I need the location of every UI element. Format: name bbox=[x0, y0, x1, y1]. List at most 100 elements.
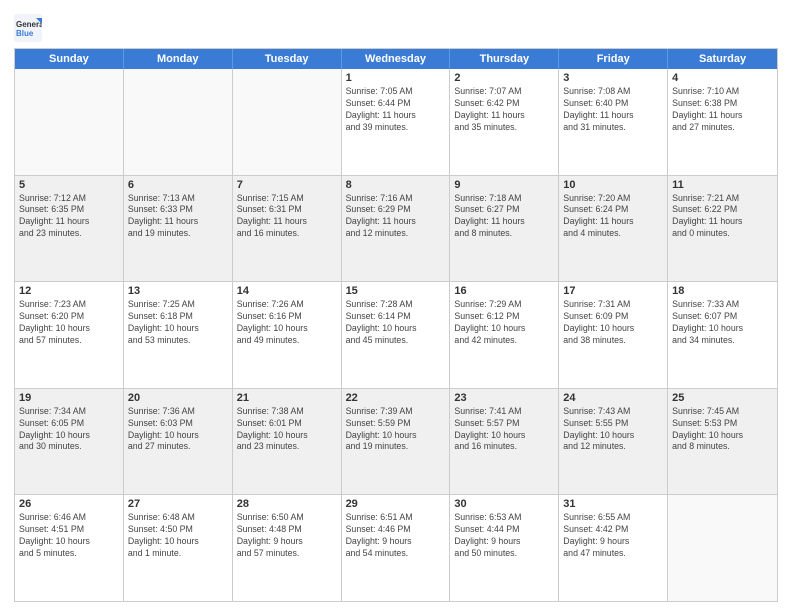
calendar-cell: 9Sunrise: 7:18 AM Sunset: 6:27 PM Daylig… bbox=[450, 176, 559, 282]
calendar-cell bbox=[15, 69, 124, 175]
day-number: 4 bbox=[672, 72, 773, 84]
calendar-header: SundayMondayTuesdayWednesdayThursdayFrid… bbox=[15, 49, 777, 69]
cell-details: Sunrise: 6:51 AM Sunset: 4:46 PM Dayligh… bbox=[346, 512, 446, 560]
calendar-cell: 14 Sunrise: 7:26 AM Sunset: 6:16 PM Dayli… bbox=[233, 282, 342, 388]
day-number: 18 bbox=[672, 285, 773, 297]
day-number: 30 bbox=[454, 498, 554, 510]
day-number: 8 bbox=[346, 179, 446, 191]
svg-text:General: General bbox=[16, 20, 42, 29]
cell-details: Sunrise: 7:10 AM Sunset: 6:38 PM Dayligh… bbox=[672, 86, 773, 134]
cal-header-day: Monday bbox=[124, 49, 233, 69]
day-number: 22 bbox=[346, 392, 446, 404]
cell-details: Sunrise: 7:23 AM Sunset: 6:20 PM Dayligh… bbox=[19, 299, 119, 347]
day-number: 16 bbox=[454, 285, 554, 297]
day-number: 11 bbox=[672, 179, 773, 191]
cell-details: Sunrise: 7:36 AM Sunset: 6:03 PM Dayligh… bbox=[128, 406, 228, 454]
calendar-cell: 4 Sunrise: 7:10 AM Sunset: 6:38 PM Daylig… bbox=[668, 69, 777, 175]
day-number: 14 bbox=[237, 285, 337, 297]
calendar-cell: 10 Sunrise: 7:20 AM Sunset: 6:24 PM Dayli… bbox=[559, 176, 668, 282]
cell-details: Sunrise: 7:26 AM Sunset: 6:16 PM Dayligh… bbox=[237, 299, 337, 347]
day-number: 26 bbox=[19, 498, 119, 510]
cal-header-day: Sunday bbox=[15, 49, 124, 69]
page: General Blue SundayMondayTuesdayWednesda… bbox=[0, 0, 792, 612]
day-number: 1 bbox=[346, 72, 446, 84]
cell-details: Sunrise: 7:07 AM Sunset: 6:42 PM Dayligh… bbox=[454, 86, 554, 134]
cell-details: Sunrise: 7:28 AM Sunset: 6:14 PM Dayligh… bbox=[346, 299, 446, 347]
day-number: 23 bbox=[454, 392, 554, 404]
cell-details: Sunrise: 6:48 AM Sunset: 4:50 PM Dayligh… bbox=[128, 512, 228, 560]
cell-details: Sunrise: 7:25 AM Sunset: 6:18 PM Dayligh… bbox=[128, 299, 228, 347]
calendar-cell: 13 Sunrise: 7:25 AM Sunset: 6:18 PM Dayli… bbox=[124, 282, 233, 388]
cell-details: Sunrise: 7:15 AM Sunset: 6:31 PM Dayligh… bbox=[237, 193, 337, 241]
day-number: 29 bbox=[346, 498, 446, 510]
calendar-cell: 29 Sunrise: 6:51 AM Sunset: 4:46 PM Dayli… bbox=[342, 495, 451, 601]
calendar-cell bbox=[668, 495, 777, 601]
day-number: 25 bbox=[672, 392, 773, 404]
cal-header-day: Saturday bbox=[668, 49, 777, 69]
calendar-cell: 20 Sunrise: 7:36 AM Sunset: 6:03 PM Dayli… bbox=[124, 389, 233, 495]
day-number: 24 bbox=[563, 392, 663, 404]
calendar-cell: 16 Sunrise: 7:29 AM Sunset: 6:12 PM Dayli… bbox=[450, 282, 559, 388]
calendar-cell: 2 Sunrise: 7:07 AM Sunset: 6:42 PM Daylig… bbox=[450, 69, 559, 175]
header: General Blue bbox=[14, 10, 778, 42]
calendar-cell: 1 Sunrise: 7:05 AM Sunset: 6:44 PM Daylig… bbox=[342, 69, 451, 175]
cell-details: Sunrise: 7:31 AM Sunset: 6:09 PM Dayligh… bbox=[563, 299, 663, 347]
cell-details: Sunrise: 7:08 AM Sunset: 6:40 PM Dayligh… bbox=[563, 86, 663, 134]
calendar-cell: 22 Sunrise: 7:39 AM Sunset: 5:59 PM Dayli… bbox=[342, 389, 451, 495]
cal-header-day: Tuesday bbox=[233, 49, 342, 69]
cell-details: Sunrise: 7:20 AM Sunset: 6:24 PM Dayligh… bbox=[563, 193, 663, 241]
day-number: 17 bbox=[563, 285, 663, 297]
calendar-row: 26 Sunrise: 6:46 AM Sunset: 4:51 PM Dayli… bbox=[15, 494, 777, 601]
cell-details: Sunrise: 6:50 AM Sunset: 4:48 PM Dayligh… bbox=[237, 512, 337, 560]
calendar-row: 5 Sunrise: 7:12 AM Sunset: 6:35 PM Daylig… bbox=[15, 175, 777, 282]
cell-details: Sunrise: 6:55 AM Sunset: 4:42 PM Dayligh… bbox=[563, 512, 663, 560]
cell-details: Sunrise: 7:38 AM Sunset: 6:01 PM Dayligh… bbox=[237, 406, 337, 454]
calendar-cell: 28 Sunrise: 6:50 AM Sunset: 4:48 PM Dayli… bbox=[233, 495, 342, 601]
cell-details: Sunrise: 7:12 AM Sunset: 6:35 PM Dayligh… bbox=[19, 193, 119, 241]
calendar-cell: 23Sunrise: 7:41 AM Sunset: 5:57 PM Dayli… bbox=[450, 389, 559, 495]
day-number: 2 bbox=[454, 72, 554, 84]
cell-details: Sunrise: 6:53 AM Sunset: 4:44 PM Dayligh… bbox=[454, 512, 554, 560]
calendar-cell: 5 Sunrise: 7:12 AM Sunset: 6:35 PM Daylig… bbox=[15, 176, 124, 282]
calendar-cell: 26 Sunrise: 6:46 AM Sunset: 4:51 PM Dayli… bbox=[15, 495, 124, 601]
day-number: 5 bbox=[19, 179, 119, 191]
day-number: 10 bbox=[563, 179, 663, 191]
logo-icon: General Blue bbox=[14, 14, 42, 42]
cell-details: Sunrise: 7:45 AM Sunset: 5:53 PM Dayligh… bbox=[672, 406, 773, 454]
cell-details: Sunrise: 7:39 AM Sunset: 5:59 PM Dayligh… bbox=[346, 406, 446, 454]
cal-header-day: Thursday bbox=[450, 49, 559, 69]
svg-text:Blue: Blue bbox=[16, 29, 34, 38]
cell-details: Sunrise: 7:29 AM Sunset: 6:12 PM Dayligh… bbox=[454, 299, 554, 347]
calendar-cell: 17 Sunrise: 7:31 AM Sunset: 6:09 PM Dayli… bbox=[559, 282, 668, 388]
calendar-cell bbox=[233, 69, 342, 175]
day-number: 27 bbox=[128, 498, 228, 510]
cell-details: Sunrise: 7:21 AM Sunset: 6:22 PM Dayligh… bbox=[672, 193, 773, 241]
calendar-row: 12 Sunrise: 7:23 AM Sunset: 6:20 PM Dayli… bbox=[15, 281, 777, 388]
calendar-cell: 11 Sunrise: 7:21 AM Sunset: 6:22 PM Dayli… bbox=[668, 176, 777, 282]
calendar-cell bbox=[124, 69, 233, 175]
cell-details: Sunrise: 7:34 AM Sunset: 6:05 PM Dayligh… bbox=[19, 406, 119, 454]
day-number: 3 bbox=[563, 72, 663, 84]
calendar-cell: 19 Sunrise: 7:34 AM Sunset: 6:05 PM Dayli… bbox=[15, 389, 124, 495]
cal-header-day: Friday bbox=[559, 49, 668, 69]
day-number: 13 bbox=[128, 285, 228, 297]
calendar-cell: 15 Sunrise: 7:28 AM Sunset: 6:14 PM Dayli… bbox=[342, 282, 451, 388]
day-number: 21 bbox=[237, 392, 337, 404]
calendar: SundayMondayTuesdayWednesdayThursdayFrid… bbox=[14, 48, 778, 602]
calendar-cell: 7Sunrise: 7:15 AM Sunset: 6:31 PM Daylig… bbox=[233, 176, 342, 282]
calendar-cell: 31 Sunrise: 6:55 AM Sunset: 4:42 PM Dayli… bbox=[559, 495, 668, 601]
calendar-row: 19 Sunrise: 7:34 AM Sunset: 6:05 PM Dayli… bbox=[15, 388, 777, 495]
calendar-cell: 8Sunrise: 7:16 AM Sunset: 6:29 PM Daylig… bbox=[342, 176, 451, 282]
day-number: 20 bbox=[128, 392, 228, 404]
calendar-cell: 18Sunrise: 7:33 AM Sunset: 6:07 PM Dayli… bbox=[668, 282, 777, 388]
cell-details: Sunrise: 6:46 AM Sunset: 4:51 PM Dayligh… bbox=[19, 512, 119, 560]
calendar-cell: 27 Sunrise: 6:48 AM Sunset: 4:50 PM Dayli… bbox=[124, 495, 233, 601]
day-number: 28 bbox=[237, 498, 337, 510]
day-number: 15 bbox=[346, 285, 446, 297]
day-number: 12 bbox=[19, 285, 119, 297]
day-number: 31 bbox=[563, 498, 663, 510]
day-number: 6 bbox=[128, 179, 228, 191]
cell-details: Sunrise: 7:05 AM Sunset: 6:44 PM Dayligh… bbox=[346, 86, 446, 134]
day-number: 19 bbox=[19, 392, 119, 404]
calendar-cell: 25 Sunrise: 7:45 AM Sunset: 5:53 PM Dayli… bbox=[668, 389, 777, 495]
